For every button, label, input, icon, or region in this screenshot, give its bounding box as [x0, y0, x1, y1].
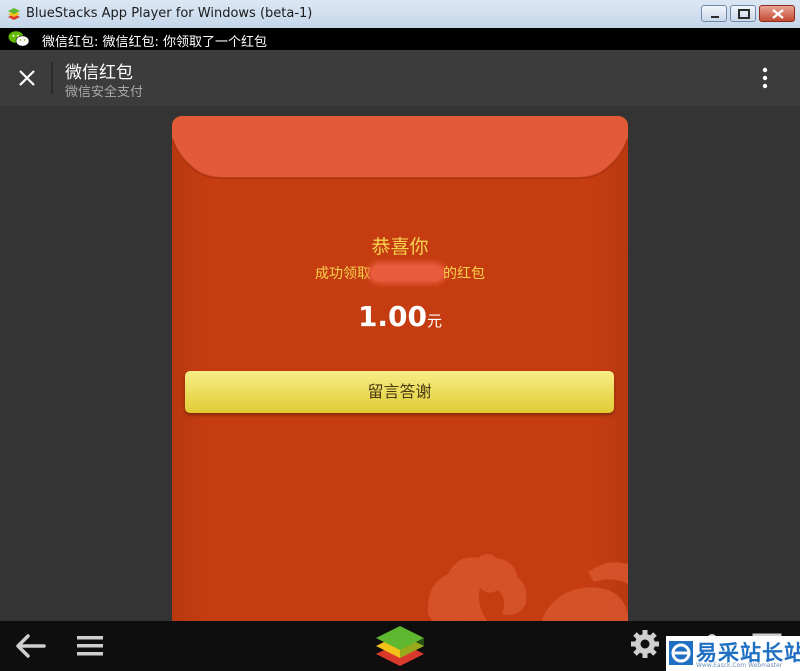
received-prefix: 成功领取 [315, 266, 371, 282]
action-bar-divider [51, 62, 53, 94]
site-watermark: 易采站长站 Www.Easck.Com Webmaster [666, 636, 800, 671]
received-suffix: 的红包 [443, 266, 485, 282]
amount-display: 1.00元 [172, 300, 628, 333]
page-subtitle: 微信安全支付 [65, 85, 144, 100]
back-arrow-icon[interactable] [14, 631, 48, 661]
bluestacks-logo[interactable] [372, 624, 428, 668]
close-icon [19, 70, 35, 86]
close-button[interactable] [12, 64, 42, 92]
greeting-text: 恭喜你 [371, 236, 429, 258]
settings-gear-icon[interactable] [630, 629, 660, 659]
maximize-button[interactable] [730, 5, 756, 22]
notification-text: 微信红包: 微信红包: 你领取了一个红包 [42, 35, 268, 50]
status-bar: 微信红包: 微信红包: 你领取了一个红包 [0, 28, 800, 50]
red-packet-envelope: 恭喜你 成功领取 的红包 1.00元 留言答谢 [172, 116, 628, 636]
blurred-sender-name [371, 265, 443, 281]
minimize-icon [711, 16, 719, 18]
wechat-icon [8, 31, 30, 47]
envelope-flap [172, 116, 628, 179]
watermark-url: Www.Easck.Com Webmaster [696, 662, 783, 669]
amount-currency: 元 [427, 312, 443, 330]
close-window-button[interactable] [759, 5, 795, 22]
content-area: 恭喜你 成功领取 的红包 1.00元 留言答谢 [0, 106, 800, 636]
close-icon [772, 9, 784, 19]
menu-icon[interactable] [76, 633, 104, 659]
page-title: 微信红包 [65, 63, 133, 83]
more-options-button[interactable] [752, 64, 778, 92]
amount-value: 1.00 [357, 300, 428, 333]
leave-thanks-button[interactable]: 留言答谢 [185, 371, 614, 413]
e-logo-icon [671, 643, 691, 663]
watermark-logo-icon [669, 641, 693, 665]
window-title-bar: BlueStacks App Player for Windows (beta-… [0, 0, 800, 29]
maximize-icon [738, 9, 750, 19]
window-title: BlueStacks App Player for Windows (beta-… [26, 6, 313, 21]
received-line: 成功领取 的红包 [172, 263, 628, 283]
action-bar: 微信红包 微信安全支付 [0, 50, 800, 106]
bluestacks-icon [8, 8, 20, 20]
more-vert-icon [762, 67, 768, 89]
minimize-button[interactable] [701, 5, 727, 22]
